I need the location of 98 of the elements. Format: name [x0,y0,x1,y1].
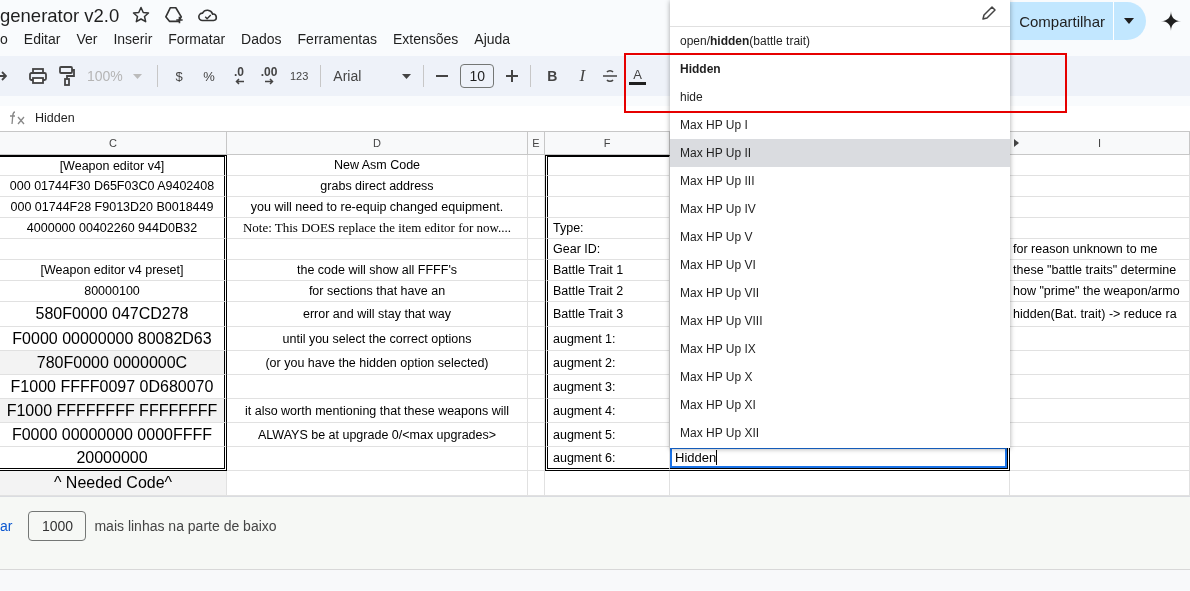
column-header[interactable]: C [0,132,227,154]
dropdown-option[interactable]: Max HP Up VIII [670,307,1010,335]
dropdown-option[interactable]: Max HP Up VII [670,279,1010,307]
table-cell: [Weapon editor v4] [0,155,227,176]
dropdown-option[interactable]: Hidden [670,55,1010,83]
dropdown-option[interactable]: Max HP Up I [670,111,1010,139]
table-cell: 580F0000 047CD278 [0,302,227,327]
table-cell [528,239,545,260]
table-cell [528,423,545,447]
rows-count-field[interactable]: 1000 [28,511,87,541]
expand-arrow-icon[interactable] [1014,139,1019,147]
increase-decimals-button[interactable]: .00 [260,67,278,85]
bold-button[interactable]: B [543,68,562,84]
table-cell [528,399,545,423]
table-cell: for sections that have an [227,281,528,302]
paint-format-icon[interactable] [59,66,75,86]
table-cell [528,260,545,281]
dropdown-option[interactable]: Max HP Up X [670,363,1010,391]
table-cell: 000 01744F28 F9013D20 B0018449 [0,197,227,218]
column-header[interactable]: D [227,132,528,154]
cell-editor[interactable]: Hidden [670,447,1007,468]
table-cell: the code will show all FFFF's [227,260,528,281]
table-cell [528,327,545,351]
plus-icon[interactable] [506,70,519,82]
menu-item[interactable]: Formatar [168,31,226,47]
dropdown-option[interactable]: Max HP Up V [670,223,1010,251]
table-cell: New Asm Code [227,155,528,176]
dropdown-option[interactable]: Max HP Up XII [670,419,1010,447]
footer-text: mais linhas na parte de baixo [94,518,277,534]
table-cell: until you select the correct options [227,327,528,351]
dropdown-option[interactable]: Max HP Up XI [670,391,1010,419]
caret-icon [1124,18,1134,24]
table-cell [528,176,545,197]
table-cell [528,351,545,375]
caret-icon [132,73,142,79]
font-select[interactable]: Arial [333,68,412,84]
menu-item[interactable]: o [0,31,8,47]
table-cell [528,155,545,176]
table-cell [528,197,545,218]
menu-item[interactable]: Extensões [392,31,459,47]
number-format-button[interactable]: 123 [290,70,309,82]
star-icon[interactable] [131,5,152,25]
menu-item[interactable]: Ferramentas [297,31,377,47]
strikethrough-icon[interactable] [603,69,618,83]
table-cell: 80000100 [0,281,227,302]
table-cell [528,302,545,327]
font-size-field[interactable]: 10 [460,64,495,88]
column-header[interactable]: E [528,132,545,154]
table-cell: ^ Needed Code^ [0,471,227,496]
table-cell [528,447,545,471]
function-icon [9,111,27,125]
table-cell: Note: This DOES replace the item editor for now.... [227,218,528,239]
table-cell [528,218,545,239]
table-cell [528,281,545,302]
table-cell: these "battle traits" determine [1010,260,1190,281]
table-cell: (or you have the hidden option selected) [227,351,528,375]
menu-item[interactable]: Ver [76,31,98,47]
table-cell: grabs direct address [227,176,528,197]
table-cell [528,375,545,399]
dropdown-option[interactable]: hide [670,83,1010,111]
minus-icon[interactable] [436,75,449,77]
dropdown-option[interactable]: Max HP Up III [670,167,1010,195]
formula-field[interactable]: Hidden [35,111,75,125]
add-link[interactable]: ar [0,518,13,534]
cloud-icon[interactable] [197,6,220,24]
menu-item[interactable]: Editar [23,31,61,47]
menu-item[interactable]: Ajuda [474,31,511,47]
dropdown-option[interactable]: Max HP Up IX [670,335,1010,363]
caret-icon [402,73,412,79]
arrow-left-icon [234,78,244,85]
italic-button[interactable]: I [573,66,592,86]
dropdown-option[interactable]: Max HP Up IV [670,195,1010,223]
drive-add-icon[interactable] [163,5,186,25]
table-cell: it also worth mentioning that these weapons will [227,399,528,423]
redo-icon[interactable] [0,70,7,82]
decrease-decimals-button[interactable]: .0 [230,67,248,85]
table-cell: error and will stay that way [227,302,528,327]
percent-button[interactable]: % [200,68,218,84]
arrow-right-icon [264,78,274,85]
table-cell: 000 01744F30 D65F03C0 A9402408 [0,176,227,197]
table-cell: how "prime" the weapon/armo [1010,281,1190,302]
table-cell: 780F0000 0000000C [0,351,227,375]
menu-item[interactable]: Inserir [113,31,153,47]
menu-item[interactable]: Dados [241,31,282,47]
print-icon[interactable] [29,68,47,84]
pencil-icon[interactable] [982,6,996,20]
dropdown-option[interactable]: Max HP Up VI [670,251,1010,279]
table-cell: you will need to re-equip changed equipment. [227,197,528,218]
table-cell: F1000 FFFFFFFF FFFFFFFF [0,399,227,423]
table-cell: F0000 00000000 0000FFFF [0,423,227,447]
table-cell: ALWAYS be at upgrade 0/<max upgrades> [227,423,528,447]
dropdown-option[interactable]: Max HP Up II [670,139,1010,167]
table-cell: [Weapon editor v4 preset] [0,260,227,281]
table-cell: for reason unknown to me [1010,239,1190,260]
currency-button[interactable]: $ [170,68,188,84]
text-color-button[interactable]: A [629,67,647,85]
table-cell: 4000000 00402260 944D0B32 [0,218,227,239]
document-title[interactable]: generator v2.0 [0,5,120,27]
